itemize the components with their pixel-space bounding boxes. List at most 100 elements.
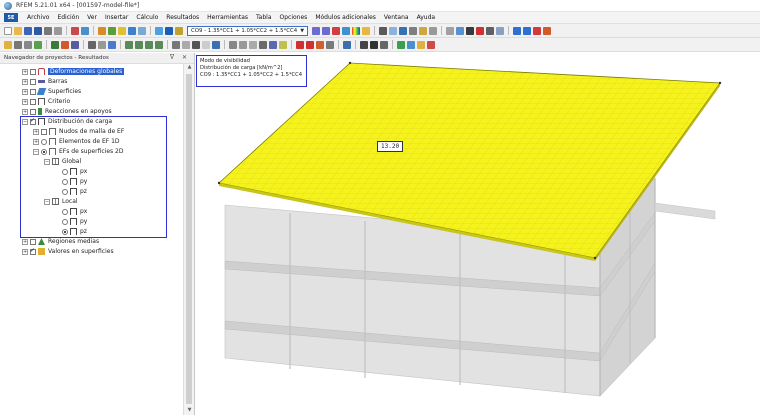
- dimension-icon[interactable]: [269, 40, 277, 49]
- expand-icon[interactable]: +: [22, 68, 28, 75]
- next-case-icon[interactable]: [322, 26, 331, 35]
- menu-insertar[interactable]: Insertar: [101, 14, 132, 21]
- redo-icon[interactable]: [81, 26, 89, 35]
- filter-icon[interactable]: [108, 40, 116, 49]
- results-table-icon[interactable]: [417, 40, 425, 49]
- comment-icon[interactable]: [279, 40, 287, 49]
- menu-ver[interactable]: Ver: [83, 14, 101, 21]
- navigator-scrollbar[interactable]: ▲ ▼: [183, 64, 194, 415]
- menu-ayuda[interactable]: Ayuda: [413, 14, 440, 21]
- checkbox[interactable]: [30, 98, 36, 105]
- imperfection-icon[interactable]: [326, 40, 334, 49]
- surface-load-icon[interactable]: [316, 40, 324, 49]
- menu-modulos-adicionales[interactable]: Módulos adicionales: [311, 14, 380, 21]
- undo-icon[interactable]: [71, 26, 79, 35]
- rfem-logo-icon[interactable]: 5E: [4, 13, 18, 22]
- tree-item-reacciones-en-apoyos[interactable]: + Reacciones en apoyos: [22, 107, 112, 116]
- tree-item-regiones-medias[interactable]: + Regiones medias: [22, 237, 99, 246]
- expand-icon[interactable]: +: [22, 108, 28, 115]
- print-preview-icon[interactable]: [54, 26, 62, 35]
- menu-herramientas[interactable]: Herramientas: [203, 14, 252, 21]
- scroll-up-icon[interactable]: ▲: [184, 64, 195, 72]
- show-results-icon[interactable]: [155, 26, 163, 35]
- coord-icon[interactable]: [259, 40, 267, 49]
- text-icon[interactable]: [370, 40, 378, 49]
- solid-icon[interactable]: [192, 40, 200, 49]
- dim-line-icon[interactable]: [380, 40, 388, 49]
- settings-icon[interactable]: [486, 26, 495, 35]
- zoom-icon[interactable]: [212, 40, 220, 49]
- tree-item-barras[interactable]: + Barras: [22, 77, 67, 86]
- wireframe-icon[interactable]: [182, 40, 190, 49]
- new-file-icon[interactable]: [4, 26, 12, 35]
- view-front-icon[interactable]: [135, 40, 143, 49]
- checkbox[interactable]: [30, 247, 36, 255]
- menu-resultados[interactable]: Resultados: [162, 14, 203, 21]
- section-cut-icon[interactable]: [343, 40, 351, 49]
- expand-icon[interactable]: +: [22, 248, 28, 255]
- animation-icon[interactable]: [362, 26, 371, 35]
- measure-icon[interactable]: [24, 40, 32, 49]
- line-style-icon[interactable]: [360, 40, 368, 49]
- expand-icon[interactable]: +: [22, 88, 28, 95]
- pin-close-icon[interactable]: ᐁ ✕: [170, 54, 190, 61]
- nodes-icon[interactable]: [466, 26, 475, 35]
- result-value-label[interactable]: 13.20: [377, 141, 404, 152]
- expand-icon[interactable]: +: [22, 98, 28, 105]
- checkbox[interactable]: [30, 88, 36, 95]
- checkbox[interactable]: [30, 68, 36, 75]
- grid-toggle-icon[interactable]: [229, 40, 237, 49]
- snap-icon[interactable]: [34, 40, 42, 49]
- table-icon[interactable]: [138, 26, 146, 35]
- view-side-icon[interactable]: [145, 40, 153, 49]
- menu-calculo[interactable]: Cálculo: [132, 14, 162, 21]
- load-case-icon[interactable]: [175, 26, 183, 35]
- copy-icon[interactable]: [456, 26, 465, 35]
- color-scale-icon[interactable]: [352, 26, 361, 35]
- nodes-tool-icon[interactable]: [51, 40, 59, 49]
- expand-icon[interactable]: +: [22, 78, 28, 85]
- render-icon[interactable]: [172, 40, 180, 49]
- calculate-icon[interactable]: [118, 26, 126, 35]
- delete-icon[interactable]: [476, 26, 485, 35]
- load-combination-select[interactable]: CO9 - 1.35*CC1 + 1.05*CC2 + 1.5*CC4 ▼: [187, 25, 309, 36]
- select-icon[interactable]: [4, 40, 12, 49]
- osnap-icon[interactable]: [249, 40, 257, 49]
- mesh-icon[interactable]: [407, 40, 415, 49]
- tree-item-valores-en-superficies[interactable]: + Valores en superficies: [22, 247, 114, 256]
- panel-icon[interactable]: [409, 26, 418, 35]
- scroll-down-icon[interactable]: ▼: [184, 407, 195, 415]
- save-all-icon[interactable]: [34, 26, 42, 35]
- members-tool-icon[interactable]: [71, 40, 79, 49]
- model-check-icon[interactable]: [397, 40, 405, 49]
- view-icon[interactable]: [419, 26, 428, 35]
- section-icon[interactable]: [379, 26, 388, 35]
- open-folder-icon[interactable]: [14, 26, 22, 35]
- help-icon[interactable]: [543, 26, 552, 35]
- tree-item-criterio[interactable]: + Criterio: [22, 97, 70, 106]
- isolines-icon[interactable]: [389, 26, 398, 35]
- member-load-icon[interactable]: [306, 40, 314, 49]
- scrollbar-thumb[interactable]: [186, 74, 192, 404]
- checkbox[interactable]: [30, 238, 36, 245]
- menu-edicion[interactable]: Edición: [53, 14, 83, 21]
- window-tile-icon[interactable]: [523, 26, 532, 35]
- menu-ventana[interactable]: Ventana: [380, 14, 413, 21]
- save-icon[interactable]: [24, 26, 32, 35]
- deformation-icon[interactable]: [332, 26, 341, 35]
- support-icon[interactable]: [88, 40, 96, 49]
- edit-icon[interactable]: [98, 26, 106, 35]
- print-icon[interactable]: [44, 26, 52, 35]
- pointer-icon[interactable]: [14, 40, 22, 49]
- menu-archivo[interactable]: Archivo: [23, 14, 53, 21]
- menu-opciones[interactable]: Opciones: [276, 14, 312, 21]
- grid-icon[interactable]: [429, 26, 438, 35]
- export-icon[interactable]: [427, 40, 435, 49]
- dialog-icon[interactable]: [496, 26, 505, 35]
- expand-icon[interactable]: +: [22, 238, 28, 245]
- view-iso-icon[interactable]: [155, 40, 163, 49]
- show-values-icon[interactable]: [165, 26, 173, 35]
- transparency-icon[interactable]: [202, 40, 210, 49]
- tree-item-superficies[interactable]: + Superficies: [22, 87, 81, 96]
- model-viewport[interactable]: Modo de visibilidad Distribución de carg…: [195, 53, 760, 415]
